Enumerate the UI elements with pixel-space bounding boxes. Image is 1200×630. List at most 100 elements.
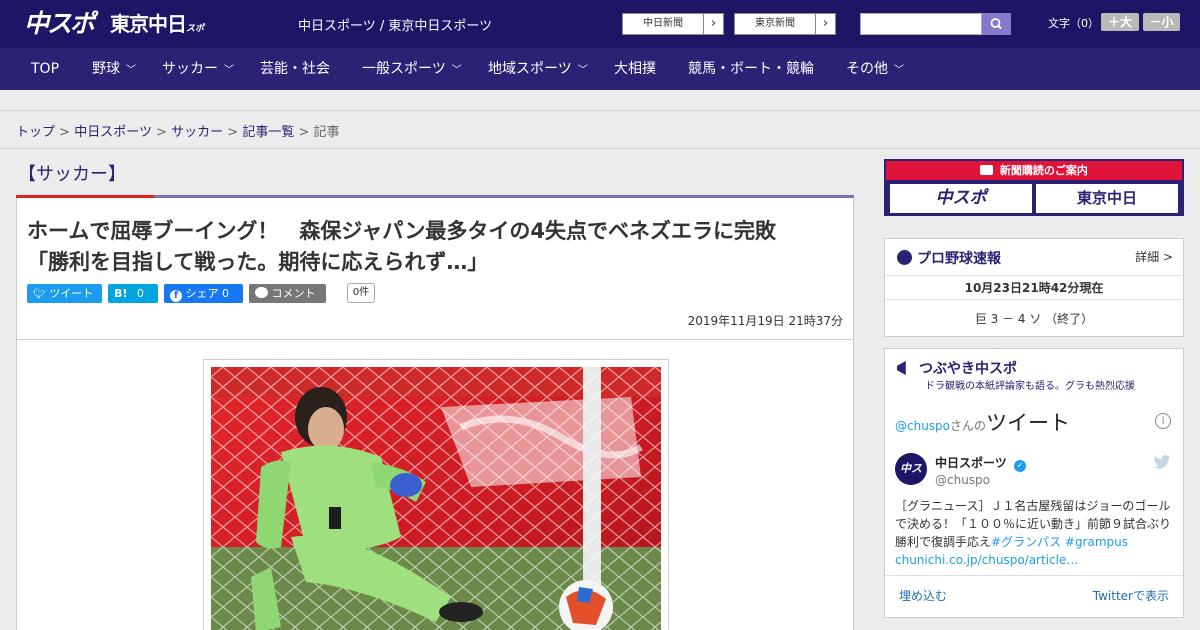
nav-baseball[interactable]: 野球 ﹀ (92, 48, 136, 90)
chevron-right-icon: › (703, 14, 723, 34)
tokyo-chunichi-logo[interactable]: 東京中日スポーツ (110, 11, 210, 65)
ad-logo-tokyo-chunichi: 東京中日 (1036, 184, 1178, 213)
baseball-update-time: 10月23日21時42分現在 (964, 281, 1104, 295)
nav-label: 競馬・ボート・競輪 (688, 61, 814, 77)
photo-frame (203, 359, 669, 630)
hatena-icon: B! (114, 287, 128, 300)
ad-logo-chuspo: 中スポ (890, 184, 1032, 213)
article-header: ホームで屈辱ブーイング！ 森保ジャパン最多タイの4失点でベネズエラに完敗 「勝利… (16, 198, 854, 340)
subscription-banner-title: 新聞購読のご案内 (886, 161, 1182, 180)
tweets-heading-suffix: さんの (950, 419, 987, 433)
font-larger-button[interactable]: ＋大 (1101, 13, 1139, 31)
nav-label: 野球 (92, 61, 120, 77)
divider (0, 148, 1200, 149)
twitter-user-link[interactable]: @chuspo (895, 419, 950, 433)
embed-link[interactable]: 埋め込む (899, 587, 947, 604)
chuspo-logo[interactable]: 中スポ (24, 9, 100, 39)
tweet-button[interactable]: 🐦︎ ツイート (27, 284, 102, 303)
article-photo[interactable] (211, 367, 661, 630)
breadcrumb-chuspo[interactable]: 中日スポーツ (74, 125, 152, 140)
divider (885, 275, 1183, 276)
font-size-label: 文字（0） (1048, 17, 1099, 30)
breadcrumb-sep: > (156, 125, 167, 140)
nav-label: その他 (846, 61, 888, 77)
tweet-text: ［グラニュース］Ｊ１名古屋残留はジョーのゴールで決める！「１００％に近い動き」前… (895, 497, 1175, 569)
baseball-score-widget: プロ野球速報 詳細 > 10月23日21時42分現在 巨 3 － 4 ソ （終了… (884, 238, 1184, 337)
baseball-score[interactable]: 巨 3 － 4 ソ （終了） (885, 310, 1183, 327)
category-title: 【サッカー】 (18, 164, 126, 185)
top-header: 中スポ 東京中日スポーツ 中日スポーツ / 東京中日スポーツ 中日新聞 › 東京… (0, 0, 1200, 65)
twitter-widget: つぶやき中スポ ドラ観戦の本紙評論家も語る。グラも熱烈応援 @chuspoさんの… (884, 348, 1184, 618)
goalkeeper-photo (211, 367, 661, 630)
search-button[interactable] (982, 13, 1011, 35)
baseball-details-link[interactable]: 詳細 > (1135, 248, 1173, 265)
headline-line-1: ホームで屈辱ブーイング！ 森保ジャパン最多タイの4失点でベネズエラに完敗 (27, 219, 776, 243)
nav-entertainment[interactable]: 芸能・社会 (260, 48, 330, 90)
tweet-link[interactable]: chunichi.co.jp/chuspo/article… (895, 553, 1078, 567)
breadcrumb: トップ > 中日スポーツ > サッカー > 記事一覧 > 記事 (16, 121, 340, 140)
nav-label: 一般スポーツ (362, 61, 446, 77)
main-nav: TOP 野球 ﹀ サッカー ﹀ 芸能・社会 一般スポーツ ﹀ 地域スポーツ ﹀ 大相撲 … (0, 48, 1200, 90)
baseball-icon (897, 250, 912, 265)
sub-bar (0, 90, 1200, 111)
hatena-count: 0 (136, 287, 144, 300)
nav-label: サッカー (162, 61, 218, 77)
tweet-hashtags[interactable]: #グランパス #grampus (991, 535, 1128, 549)
tokyo-shimbun-button[interactable]: 東京新聞 › (734, 13, 836, 35)
view-on-twitter-link[interactable]: Twitterで表示 (1093, 587, 1169, 604)
baseball-title: プロ野球速報 (897, 248, 1001, 268)
chevron-down-icon: ﹀ (451, 65, 462, 76)
tweet-author-name[interactable]: 中日スポーツ ✓ (935, 454, 1026, 472)
chevron-down-icon: ﹀ (126, 65, 136, 76)
breadcrumb-article-list[interactable]: 記事一覧 (242, 125, 294, 140)
twitter-bird-icon[interactable] (1153, 455, 1171, 469)
tweets-title-text: つぶやき中スポ (919, 361, 1017, 377)
chevron-down-icon: ﹀ (577, 65, 588, 76)
verified-icon: ✓ (1013, 460, 1026, 472)
nav-regional-sports[interactable]: 地域スポーツ ﹀ (488, 48, 588, 90)
speech-bubble-icon (255, 287, 268, 298)
nav-racing[interactable]: 競馬・ボート・競輪 (688, 48, 814, 90)
newspaper-icon (980, 165, 994, 175)
twitter-bird-icon: 🐦︎ (33, 289, 46, 300)
tweet-author-name-text: 中日スポーツ (935, 456, 1007, 470)
tokyo-shimbun-label: 東京新聞 (755, 18, 795, 29)
breadcrumb-sep: > (298, 125, 310, 140)
facebook-icon: f (170, 290, 182, 302)
subscription-banner-text: 新聞購読のご案内 (999, 164, 1088, 177)
hatena-bookmark-button[interactable]: B! 0 (108, 284, 158, 303)
avatar[interactable]: 中スポ (895, 453, 927, 485)
search-icon (990, 18, 1002, 30)
nav-general-sports[interactable]: 一般スポーツ ﹀ (362, 48, 462, 90)
facebook-share-button[interactable]: f シェア 0 (164, 284, 243, 303)
nav-sumo[interactable]: 大相撲 (614, 48, 656, 90)
font-smaller-button[interactable]: －小 (1143, 13, 1180, 31)
nav-soccer[interactable]: サッカー ﹀ (162, 48, 234, 90)
comment-label: コメント (271, 287, 316, 300)
tweets-heading: @chuspoさんのツイート (895, 407, 1070, 437)
facebook-share-label: シェア 0 (185, 287, 230, 300)
breadcrumb-soccer[interactable]: サッカー (171, 125, 223, 140)
chevron-down-icon: ﹀ (224, 65, 234, 76)
chevron-right-icon: › (815, 14, 835, 34)
subscription-banner[interactable]: 新聞購読のご案内 中スポ 東京中日 (884, 159, 1184, 216)
tokyo-chunichi-logo-text: 東京中日 (110, 12, 187, 36)
megaphone-icon (897, 361, 906, 375)
site-links[interactable]: 中日スポーツ / 東京中日スポーツ (298, 15, 492, 34)
comment-count: 0件 (347, 283, 375, 303)
chunichi-shimbun-button[interactable]: 中日新聞 › (622, 13, 724, 35)
nav-top[interactable]: TOP (31, 48, 59, 90)
divider (885, 299, 1183, 300)
tweet-label: ツイート (49, 287, 94, 300)
breadcrumb-top[interactable]: トップ (16, 125, 55, 140)
comment-button[interactable]: コメント (249, 284, 326, 303)
nav-label: TOP (31, 61, 60, 77)
article-photo-area (16, 340, 854, 630)
chevron-down-icon: ﹀ (894, 65, 904, 76)
article-headline: ホームで屈辱ブーイング！ 森保ジャパン最多タイの4失点でベネズエラに完敗 「勝利… (27, 216, 847, 278)
nav-other[interactable]: その他 ﹀ (846, 48, 904, 90)
tweet-author-handle[interactable]: @chuspo (935, 473, 990, 487)
search-input[interactable] (860, 13, 982, 35)
info-icon[interactable]: i (1155, 413, 1171, 429)
headline-line-2: 「勝利を目指して戦った。期待に応えられず…」 (27, 250, 489, 274)
